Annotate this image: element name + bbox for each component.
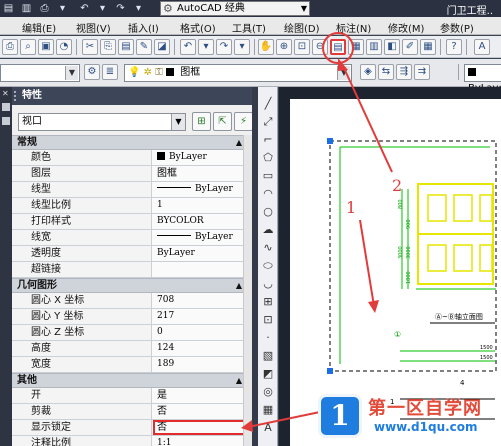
- arrowhead: [368, 300, 379, 313]
- autocad-window: ▤ ▥ ⎙ ▾ ↶ ▾ ↷ ▾ ⚙ AutoCAD 经典 ▼ 门卫工程.. 编辑…: [0, 0, 501, 446]
- annotation-overlay: [241, 32, 393, 432]
- annotation-label-2: 2: [392, 176, 403, 195]
- annotation-arrow-1: [359, 219, 375, 307]
- watermark: 1 第一区自学网 www.d1qu.com: [318, 388, 501, 446]
- watermark-logo: 1: [318, 394, 362, 438]
- arrowhead: [241, 420, 253, 432]
- watermark-url: www.d1qu.com: [374, 420, 478, 434]
- annotation-label-1: 1: [346, 198, 357, 217]
- annotation-arrow-2: [342, 65, 393, 173]
- annotation-arrow-3: [247, 411, 321, 428]
- watermark-name: 第一区自学网: [368, 398, 482, 419]
